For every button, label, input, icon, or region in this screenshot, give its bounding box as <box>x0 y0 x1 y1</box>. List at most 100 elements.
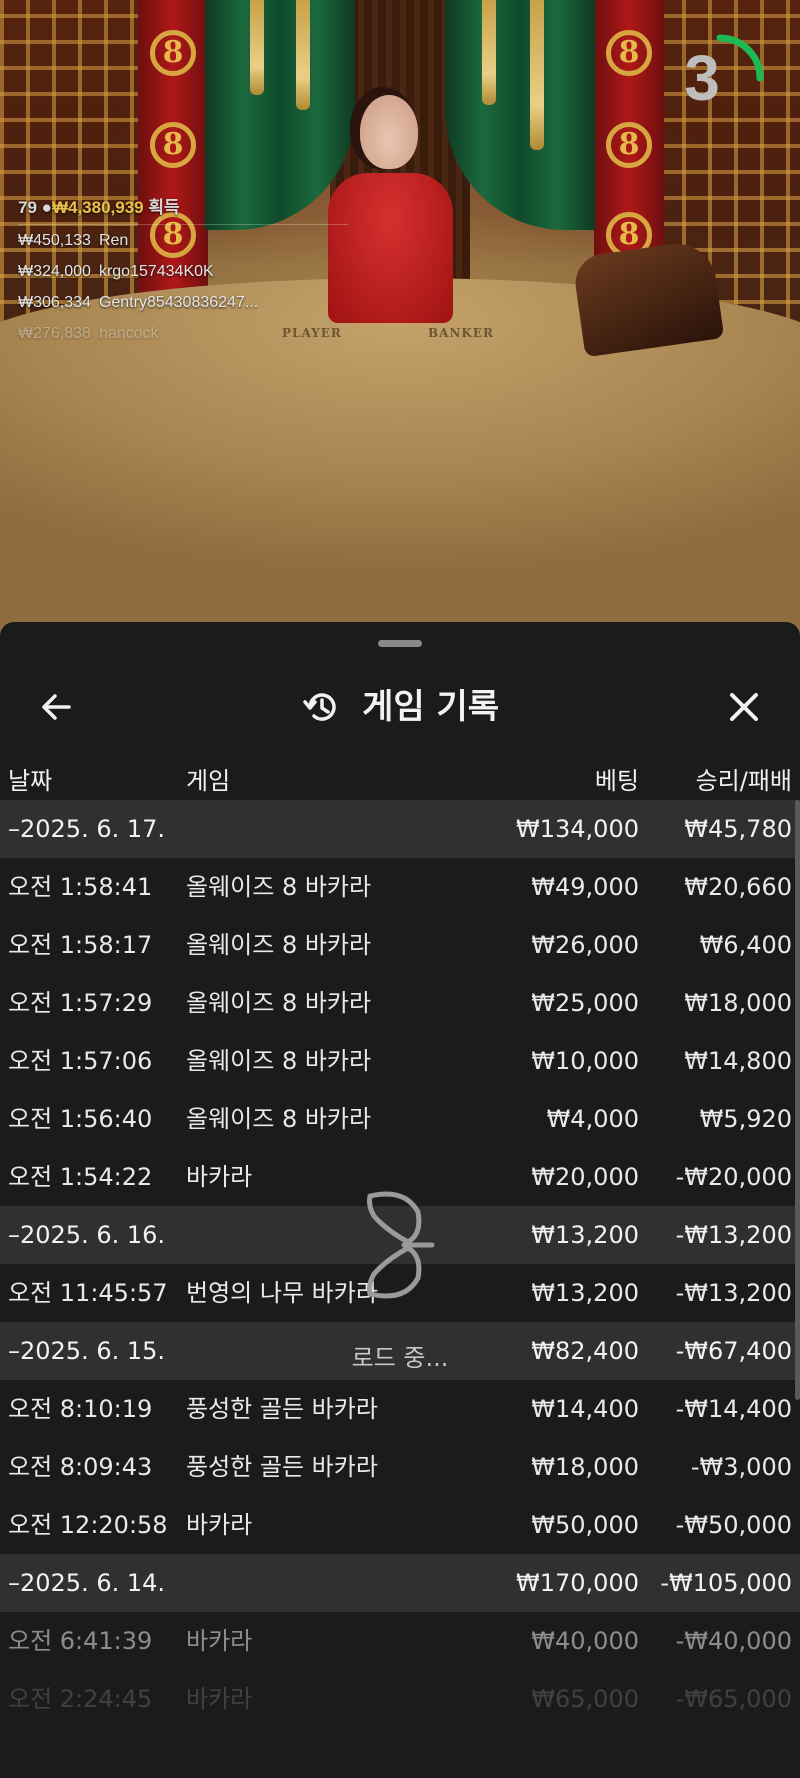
record-time: 오전 11:45:57 <box>8 1279 168 1307</box>
record-time: 오전 8:09:43 <box>8 1453 153 1481</box>
winners-list: 79 ●₩4,380,939 획득 ₩450,133 Ren ₩324,000 kr… <box>18 196 348 349</box>
record-win-loss: -₩14,400 <box>675 1395 792 1423</box>
winners-summary: 79 ●₩4,380,939 획득 <box>18 196 348 225</box>
group-bet-total: ₩170,000 <box>516 1569 639 1597</box>
record-time: 오전 1:58:41 <box>8 873 153 901</box>
winner-row: ₩450,133 Ren <box>18 225 348 256</box>
record-game: 바카라 <box>186 1163 253 1191</box>
winner-row: ₩324,000 krgo157434K0K <box>18 256 348 287</box>
group-bet-total: ₩134,000 <box>516 815 639 843</box>
record-win-loss: -₩65,000 <box>675 1685 792 1713</box>
record-win-loss: ₩14,800 <box>684 1047 792 1075</box>
game-record-row[interactable]: 오전 1:57:06 올웨이즈 8 바카라 ₩10,000 ₩14,800 <box>0 1032 800 1090</box>
group-win-loss-total: -₩67,400 <box>675 1337 792 1365</box>
record-bet: ₩13,200 <box>531 1279 639 1307</box>
column-header-bet: 베팅 <box>594 767 639 795</box>
group-bet-total: ₩13,200 <box>531 1221 639 1249</box>
column-header-win-loss: 승리/패배 <box>695 767 792 795</box>
record-time: 오전 8:10:19 <box>8 1395 153 1423</box>
game-record-row[interactable]: 오전 1:56:40 올웨이즈 8 바카라 ₩4,000 ₩5,920 <box>0 1090 800 1148</box>
sheet-header: 게임 기록 <box>0 657 800 757</box>
record-win-loss: ₩5,920 <box>699 1105 792 1133</box>
record-bet: ₩65,000 <box>531 1685 639 1713</box>
record-bet: ₩14,400 <box>531 1395 639 1423</box>
game-record-row[interactable]: 오전 12:20:58 바카라 ₩50,000 -₩50,000 <box>0 1496 800 1554</box>
record-win-loss: -₩40,000 <box>675 1627 792 1655</box>
sheet-title-group: 게임 기록 <box>0 681 800 733</box>
tassel <box>530 0 544 150</box>
record-win-loss: ₩20,660 <box>684 873 792 901</box>
record-bet: ₩18,000 <box>531 1453 639 1481</box>
game-record-row[interactable]: 오전 1:57:29 올웨이즈 8 바카라 ₩25,000 ₩18,000 <box>0 974 800 1032</box>
card-shoe <box>571 238 725 358</box>
record-time: 오전 1:58:17 <box>8 931 153 959</box>
record-time: 오전 1:54:22 <box>8 1163 153 1191</box>
game-record-row[interactable]: 오전 8:09:43 풍성한 골든 바카라 ₩18,000 -₩3,000 <box>0 1438 800 1496</box>
winner-amount: ₩324,000 <box>18 263 91 280</box>
live-video-stream: 8 8 8 8 8 8 PLAYER BANKER 3 79 ●₩4,380,9… <box>0 0 800 640</box>
record-game: 바카라 <box>186 1627 253 1655</box>
winner-amount: ₩276,838 <box>18 325 91 342</box>
record-time: 오전 1:57:29 <box>8 989 153 1017</box>
record-game: 올웨이즈 8 바카라 <box>186 1105 372 1133</box>
record-game: 바카라 <box>186 1685 253 1713</box>
record-game: 바카라 <box>186 1511 253 1539</box>
record-game: 올웨이즈 8 바카라 <box>186 931 372 959</box>
user-icon: ● <box>41 198 52 217</box>
record-game: 풍성한 골든 바카라 <box>186 1395 378 1423</box>
close-button[interactable] <box>724 687 764 727</box>
record-bet: ₩50,000 <box>531 1511 639 1539</box>
record-win-loss: -₩3,000 <box>690 1453 792 1481</box>
game-record-row[interactable]: 오전 8:10:19 풍성한 골든 바카라 ₩14,400 -₩14,400 <box>0 1380 800 1438</box>
winner-amount: ₩450,133 <box>18 232 91 249</box>
tassel <box>250 0 264 95</box>
group-date: –2025. 6. 17. <box>8 815 166 843</box>
winner-name: krgo157434K0K <box>98 263 214 280</box>
group-win-loss-total: ₩45,780 <box>684 815 792 843</box>
total-win-amount: ₩4,380,939 <box>51 198 144 217</box>
record-win-loss: ₩18,000 <box>684 989 792 1017</box>
record-bet: ₩10,000 <box>531 1047 639 1075</box>
winner-name: Gentry85430836247... <box>98 294 259 311</box>
loading-text: 로드 중... <box>351 1344 449 1372</box>
winner-count: 79 <box>18 198 37 217</box>
record-time: 오전 12:20:58 <box>8 1511 168 1539</box>
winners-suffix: 획득 <box>148 198 180 217</box>
tassel <box>482 0 496 105</box>
sheet-drag-handle[interactable] <box>378 640 422 647</box>
record-time: 오전 1:57:06 <box>8 1047 153 1075</box>
winner-amount: ₩306,334 <box>18 294 91 311</box>
winner-name: Ren <box>98 232 129 249</box>
column-header-date: 날짜 <box>8 767 53 795</box>
date-group-row[interactable]: –2025. 6. 17. ₩134,000 ₩45,780 <box>0 800 800 858</box>
game-record-row[interactable]: 오전 2:24:45 바카라 ₩65,000 -₩65,000 <box>0 1670 800 1728</box>
group-date: –2025. 6. 14. <box>8 1569 166 1597</box>
column-header-game: 게임 <box>186 767 231 795</box>
winner-row: ₩306,334 Gentry85430836247... <box>18 287 348 318</box>
game-record-row[interactable]: 오전 1:58:17 올웨이즈 8 바카라 ₩26,000 ₩6,400 <box>0 916 800 974</box>
record-game: 올웨이즈 8 바카라 <box>186 1047 372 1075</box>
record-time: 오전 1:56:40 <box>8 1105 153 1133</box>
sheet-title: 게임 기록 <box>362 687 500 727</box>
record-game: 올웨이즈 8 바카라 <box>186 873 372 901</box>
winner-name: hancock <box>98 325 159 342</box>
record-bet: ₩4,000 <box>546 1105 639 1133</box>
group-win-loss-total: -₩105,000 <box>660 1569 792 1597</box>
record-win-loss: -₩13,200 <box>675 1279 792 1307</box>
record-bet: ₩40,000 <box>531 1627 639 1655</box>
record-bet: ₩26,000 <box>531 931 639 959</box>
list-scrollbar[interactable] <box>795 800 800 1400</box>
game-record-row[interactable]: 오전 6:41:39 바카라 ₩40,000 -₩40,000 <box>0 1612 800 1670</box>
record-win-loss: ₩6,400 <box>699 931 792 959</box>
countdown-number: 3 <box>684 42 720 114</box>
tassel <box>296 0 310 110</box>
history-icon <box>303 693 336 721</box>
date-group-row[interactable]: –2025. 6. 14. ₩170,000 -₩105,000 <box>0 1554 800 1612</box>
record-time: 오전 2:24:45 <box>8 1685 153 1713</box>
game-record-row[interactable]: 오전 1:58:41 올웨이즈 8 바카라 ₩49,000 ₩20,660 <box>0 858 800 916</box>
loading-spinner-icon <box>367 1191 435 1299</box>
column-headers: 날짜 게임 베팅 승리/패배 <box>0 757 800 805</box>
winner-row: ₩276,838 hancock <box>18 318 348 349</box>
close-icon <box>730 693 758 721</box>
group-win-loss-total: -₩13,200 <box>675 1221 792 1249</box>
